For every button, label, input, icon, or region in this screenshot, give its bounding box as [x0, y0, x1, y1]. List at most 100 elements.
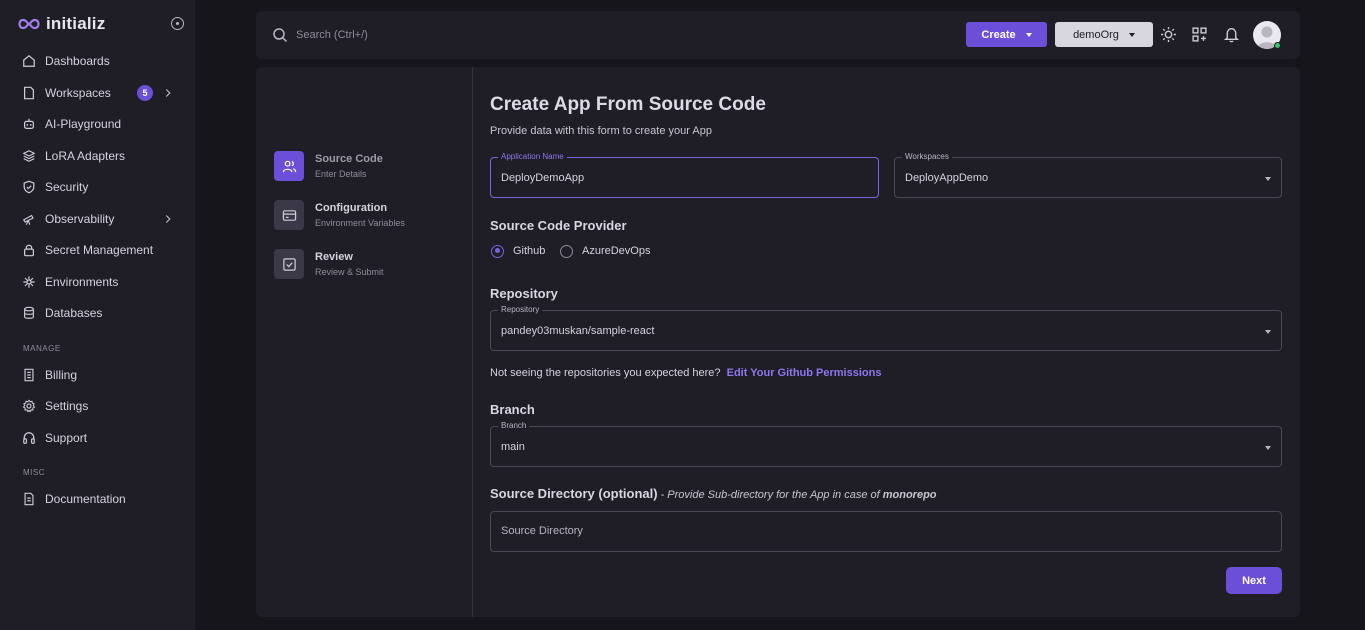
sidebar-item-label: Secret Management: [45, 243, 154, 257]
repo-hint: Not seeing the repositories you expected…: [490, 367, 881, 379]
brand-logo[interactable]: initializ: [18, 13, 105, 35]
database-icon: [24, 306, 34, 319]
lock-icon: [24, 244, 34, 257]
sidebar-item-label: Support: [45, 431, 88, 445]
sidebar-item-label: LoRA Adapters: [45, 149, 126, 163]
sidebar-item-security[interactable]: Security: [22, 176, 182, 198]
bell-icon[interactable]: [1223, 26, 1240, 43]
document-icon: [24, 492, 34, 506]
sun-icon[interactable]: [1160, 26, 1177, 43]
section-heading-repository: Repository: [490, 286, 558, 301]
sidebar-item-label: Databases: [45, 306, 103, 320]
sidebar-item-environments[interactable]: Environments: [22, 271, 182, 293]
next-button[interactable]: Next: [1226, 567, 1282, 594]
branch-select[interactable]: Branch main: [490, 421, 1282, 467]
field-value: pandey03muskan/sample-react: [501, 325, 655, 337]
create-button[interactable]: Create: [966, 22, 1047, 47]
chevron-right-icon[interactable]: [161, 212, 175, 226]
radio-button-checked: [491, 244, 504, 258]
org-selector[interactable]: demoOrg: [1055, 22, 1153, 47]
sidebar-item-label: Security: [45, 180, 89, 194]
source-directory-input[interactable]: Source Directory: [490, 511, 1282, 552]
sidebar-item-label: Workspaces: [45, 86, 111, 100]
field-value: main: [501, 441, 525, 453]
sidebar-item-ai-playground[interactable]: AI-Playground: [22, 113, 182, 135]
radio-label: Github: [513, 245, 546, 257]
field-placeholder: Source Directory: [501, 525, 583, 537]
step-subtitle: Review & Submit: [315, 267, 384, 277]
step-review[interactable]: Review Review & Submit: [274, 249, 464, 281]
sidebar-item-lora-adapters[interactable]: LoRA Adapters: [22, 145, 182, 167]
sidebar-item-support[interactable]: Support: [22, 427, 182, 449]
headphones-icon: [23, 432, 35, 444]
field-label: Application Name: [498, 152, 567, 162]
workspace-select[interactable]: Workspaces DeployAppDemo: [894, 152, 1282, 198]
radio-github[interactable]: Github: [491, 244, 545, 258]
step-subtitle: Environment Variables: [315, 218, 405, 228]
apps-grid-icon[interactable]: [1191, 26, 1208, 43]
field-value: DeployDemoApp: [501, 172, 585, 184]
step-title: Source Code: [315, 153, 383, 165]
chevron-down-icon: [1265, 177, 1271, 181]
home-icon: [23, 54, 35, 67]
robot-icon: [24, 118, 34, 129]
file-icon: [24, 86, 34, 100]
sidebar-item-label: Environments: [45, 275, 119, 289]
users-icon: [282, 160, 296, 172]
page-subtitle: Provide data with this form to create yo…: [490, 125, 712, 137]
card-icon: [282, 209, 296, 221]
source-directory-note-bold: monorepo: [882, 489, 937, 501]
online-status-indicator: [1274, 42, 1281, 49]
brand-name: initializ: [46, 14, 106, 33]
chevron-down-icon: [1025, 32, 1032, 37]
repository-select[interactable]: Repository pandey03muskan/sample-react: [490, 305, 1282, 351]
search-input[interactable]: [296, 25, 596, 45]
radio-button-unchecked: [560, 244, 573, 258]
step-icon-container: [274, 151, 304, 181]
sidebar-item-label: Settings: [45, 399, 89, 413]
step-title: Review: [315, 251, 353, 263]
step-title: Configuration: [315, 202, 388, 214]
repo-hint-text: Not seeing the repositories you expected…: [490, 367, 721, 379]
stepper-divider: [472, 67, 473, 617]
sidebar-item-label: Observability: [45, 212, 115, 226]
radio-label: AzureDevOps: [582, 245, 651, 257]
sidebar-item-secret-management[interactable]: Secret Management: [22, 239, 182, 261]
sidebar-item-documentation[interactable]: Documentation: [22, 488, 182, 510]
section-heading-source-directory: Source Directory (optional) - Provide Sub…: [490, 486, 937, 501]
sidebar-item-observability[interactable]: Observability: [22, 208, 182, 230]
sidebar-collapse-icon[interactable]: [171, 17, 184, 30]
section-heading-branch: Branch: [490, 402, 535, 417]
step-configuration[interactable]: Configuration Environment Variables: [274, 200, 464, 232]
section-label-manage: MANAGE: [23, 344, 61, 353]
chevron-right-icon[interactable]: [161, 86, 175, 100]
sidebar-item-workspaces[interactable]: Workspaces 5: [22, 82, 182, 104]
source-directory-note-text: - Provide Sub-directory for the App in c…: [660, 489, 880, 501]
sidebar-item-billing[interactable]: Billing: [22, 364, 182, 386]
top-bar: Create demoOrg: [256, 11, 1300, 59]
sidebar-item-settings[interactable]: Settings: [22, 395, 182, 417]
section-heading-provider: Source Code Provider: [490, 218, 627, 233]
chevron-down-icon: [1128, 32, 1135, 37]
telescope-icon: [22, 214, 34, 225]
radio-azuredevops[interactable]: AzureDevOps: [560, 244, 650, 258]
source-directory-heading: Source Directory (optional): [490, 486, 658, 501]
create-button-label: Create: [981, 28, 1016, 41]
shield-icon: [23, 180, 35, 194]
edit-github-permissions-link[interactable]: Edit Your Github Permissions: [727, 367, 882, 379]
chevron-down-icon: [1265, 446, 1271, 450]
step-icon-container: [274, 249, 304, 279]
snowflake-icon: [23, 276, 35, 288]
sidebar-item-databases[interactable]: Databases: [22, 302, 182, 324]
receipt-icon: [24, 368, 34, 382]
field-label: Workspaces: [902, 152, 952, 162]
org-selector-label: demoOrg: [1073, 28, 1119, 41]
page-title: Create App From Source Code: [490, 94, 766, 115]
create-app-panel: Source Code Enter Details Configuration …: [256, 67, 1300, 617]
sidebar-item-dashboards[interactable]: Dashboards: [22, 50, 182, 72]
sidebar-item-label: AI-Playground: [45, 117, 122, 131]
workspaces-count-badge: 5: [137, 85, 153, 101]
source-directory-note: - Provide Sub-directory for the App in c…: [661, 489, 937, 501]
application-name-field[interactable]: Application Name DeployDemoApp: [490, 152, 879, 198]
step-source-code[interactable]: Source Code Enter Details: [274, 151, 464, 183]
